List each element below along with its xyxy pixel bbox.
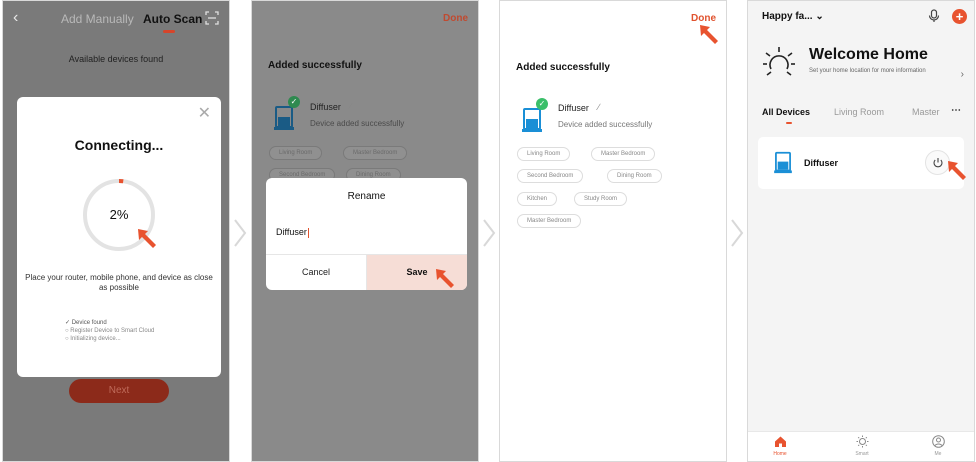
device-name: Diffuser — [558, 103, 589, 113]
step-label: Device found — [71, 320, 107, 326]
nav-me[interactable]: Me — [918, 435, 958, 457]
pointer-arrow-icon — [946, 159, 968, 181]
success-check-icon: ✓ — [288, 96, 300, 108]
home-icon — [774, 436, 786, 447]
scan-icon[interactable] — [205, 11, 219, 25]
dialog-title: Connecting... — [74, 137, 164, 153]
room-chip[interactable]: Master Bedroom — [591, 147, 656, 161]
home-name: Happy fa... — [762, 11, 813, 22]
diffuser-icon — [274, 106, 294, 130]
edit-pencil-icon[interactable]: ∕ — [350, 101, 352, 111]
device-name: Diffuser — [804, 158, 839, 168]
added-title: Added successfully — [268, 60, 362, 71]
step-item: ○ Register Device to Smart Cloud — [65, 328, 155, 334]
room-tabs: All Devices Living Room Master — [762, 107, 968, 123]
room-chip[interactable]: Dining Room — [607, 169, 662, 183]
connection-steps: ✓ Device found ○ Register Device to Smar… — [65, 319, 154, 343]
device-status: Device added successfully — [558, 120, 653, 129]
connecting-dialog: ✕ Connecting... 2% Place your router, mo… — [17, 97, 221, 377]
done-button[interactable]: Done — [443, 13, 468, 24]
diffuser-icon — [522, 108, 542, 132]
room-chip[interactable]: Master Bedroom — [343, 146, 408, 160]
close-icon[interactable]: ✕ — [198, 103, 211, 123]
tab-underline — [163, 30, 175, 33]
screen-added: Done Added successfully ✓ Diffuser ∕ Dev… — [499, 0, 727, 462]
nav-smart[interactable]: Smart — [842, 435, 882, 457]
step-label: Register Device to Smart Cloud — [70, 328, 155, 334]
room-chip[interactable]: Kitchen — [517, 192, 558, 206]
tab-master[interactable]: Master — [912, 107, 940, 117]
back-icon[interactable]: ‹ — [13, 9, 18, 27]
sun-icon — [763, 47, 795, 76]
pointer-arrow-icon — [434, 267, 456, 289]
chevron-right-icon[interactable]: › — [961, 69, 964, 80]
pointer-arrow-icon — [136, 227, 158, 249]
step-item: ○ Initializing device... — [65, 336, 121, 342]
screen-rename: Done Added successfully ✓ Diffuser ∕ Dev… — [251, 0, 479, 462]
nav-label: Smart — [855, 451, 869, 457]
rename-input[interactable]: Diffuser — [276, 227, 309, 238]
rename-input-value: Diffuser — [276, 227, 307, 237]
tab-underline — [786, 122, 792, 124]
add-device-button[interactable]: + — [952, 9, 967, 24]
pointer-arrow-icon — [698, 23, 720, 45]
added-title: Added successfully — [516, 62, 610, 73]
tab-add-manually[interactable]: Add Manually — [61, 12, 134, 26]
nav-home[interactable]: Home — [760, 435, 800, 457]
device-status: Device added successfully — [310, 119, 405, 128]
room-chip[interactable]: Master Bedroom — [517, 214, 582, 228]
chevron-right-icon — [729, 218, 745, 248]
device-name: Diffuser — [310, 102, 341, 112]
placement-note: Place your router, mobile phone, and dev… — [25, 273, 213, 292]
rename-title: Rename — [347, 191, 386, 202]
power-icon — [933, 158, 943, 168]
device-card[interactable]: Diffuser — [758, 137, 964, 189]
edit-pencil-icon[interactable]: ∕ — [598, 102, 600, 112]
success-check-icon: ✓ — [536, 98, 548, 110]
available-devices-text: Available devices found — [68, 54, 164, 64]
room-chip[interactable]: Living Room — [517, 147, 571, 161]
screen-home: Happy fa... ⌄ + Welcome Home Set your ho… — [747, 0, 975, 462]
nav-label: Me — [934, 451, 942, 457]
bottom-nav: Home Smart Me — [748, 431, 974, 461]
top-bar: ‹ Add Manually Auto Scan — [3, 1, 229, 37]
room-chip[interactable]: Second Bedroom — [517, 169, 584, 183]
profile-icon — [931, 435, 945, 448]
step-item: ✓ Device found — [65, 320, 107, 326]
screen-connecting: ‹ Add Manually Auto Scan Available devic… — [2, 0, 230, 462]
chevron-right-icon — [481, 218, 497, 248]
smart-sun-icon — [856, 435, 868, 448]
chevron-right-icon — [232, 218, 248, 248]
cancel-button[interactable]: Cancel — [266, 255, 366, 290]
next-button[interactable]: Next — [69, 379, 169, 403]
location-hint[interactable]: Set your home location for more informat… — [809, 68, 939, 75]
text-caret — [307, 227, 309, 238]
tab-all-devices[interactable]: All Devices — [762, 107, 810, 117]
chevron-down-icon: ⌄ — [815, 11, 824, 22]
tab-living-room[interactable]: Living Room — [834, 107, 884, 117]
room-chip[interactable]: Study Room — [574, 192, 628, 206]
microphone-icon[interactable] — [928, 9, 940, 23]
tab-auto-scan[interactable]: Auto Scan — [143, 12, 202, 26]
welcome-title: Welcome Home — [809, 46, 928, 63]
step-label: Initializing device... — [70, 336, 121, 342]
room-chip[interactable]: Living Room — [269, 146, 323, 160]
home-selector[interactable]: Happy fa... ⌄ — [762, 11, 824, 22]
diffuser-icon — [774, 151, 792, 174]
nav-label: Home — [773, 451, 787, 457]
more-icon[interactable]: ⋯ — [951, 105, 961, 116]
